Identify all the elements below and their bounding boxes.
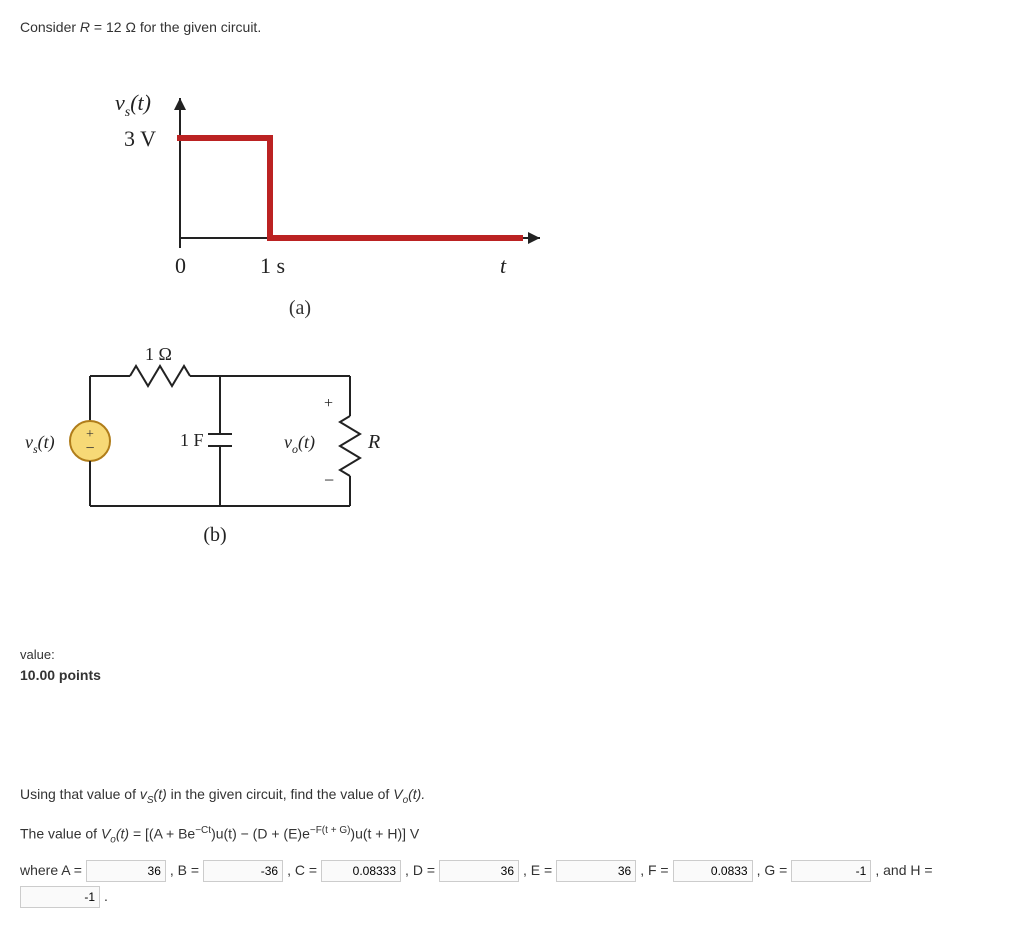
prompt-text: Consider R = 12 Ω for the given circuit. <box>20 18 1004 38</box>
vo-minus: − <box>324 470 334 490</box>
input-E[interactable] <box>556 860 636 882</box>
label-D: , D = <box>405 861 435 881</box>
input-H[interactable] <box>20 886 100 908</box>
figure-b-caption: (b) <box>203 524 226 546</box>
label-H: , and H = <box>875 861 932 881</box>
y-axis-label: vs(t) <box>115 90 151 120</box>
resistor-label: 1 Ω <box>145 344 172 364</box>
vo-label: vo(t) <box>284 432 315 456</box>
figure-area: vs(t) 3 V 0 1 s t (a) + − 1 Ω 1 F v <box>20 48 620 586</box>
input-F[interactable] <box>673 860 753 882</box>
circuit-b: + − 1 Ω 1 F vs(t) + vo(t) − R (b) <box>20 336 450 556</box>
end-period: . <box>104 887 108 907</box>
input-D[interactable] <box>439 860 519 882</box>
vo-plus: + <box>324 395 333 412</box>
graph-a: vs(t) 3 V 0 1 s t <box>20 58 580 298</box>
source-label: vs(t) <box>25 432 55 456</box>
question-text: Using that value of vS(t) in the given c… <box>20 785 1004 808</box>
R-label: R <box>367 431 380 453</box>
value-points: 10.00 points <box>20 666 1004 686</box>
input-B[interactable] <box>203 860 283 882</box>
input-C[interactable] <box>321 860 401 882</box>
label-F: , F = <box>640 861 668 881</box>
x-tick-1s: 1 s <box>260 253 285 278</box>
label-C: , C = <box>287 861 317 881</box>
figure-a-caption: (a) <box>20 294 580 322</box>
formula-line: The value of Vo(t) = [(A + Be−Ct)u(t) − … <box>20 824 1004 847</box>
y-tick-3v: 3 V <box>124 126 156 151</box>
x-tick-0: 0 <box>175 253 186 278</box>
question-block: Using that value of vS(t) in the given c… <box>20 785 1004 907</box>
label-B: , B = <box>170 861 199 881</box>
label-G: , G = <box>757 861 788 881</box>
value-label: value: <box>20 646 1004 664</box>
label-E: , E = <box>523 861 552 881</box>
svg-text:−: − <box>85 440 94 457</box>
input-A[interactable] <box>86 860 166 882</box>
x-axis-label: t <box>500 253 507 278</box>
capacitor-label: 1 F <box>180 430 204 450</box>
where-label: where A = <box>20 861 82 881</box>
value-block: value: 10.00 points <box>20 646 1004 686</box>
input-G[interactable] <box>791 860 871 882</box>
